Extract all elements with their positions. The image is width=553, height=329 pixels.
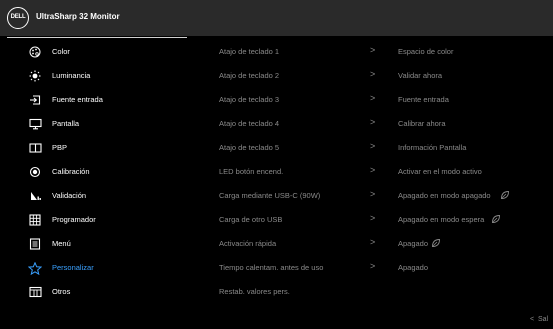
submenu-row-shortcut-5[interactable]: Atajo de teclado 5 > Información Pantall… — [219, 138, 553, 158]
chevron-right-icon: > — [370, 189, 376, 199]
setting-value: Espacio de color — [398, 47, 454, 56]
osd-menu: DELL UltraSharp 32 Monitor Color Luminan… — [0, 0, 553, 329]
menu-item-pantalla[interactable]: Pantalla — [0, 114, 200, 134]
menu-item-label: Programador — [52, 215, 96, 224]
leaf-icon — [491, 214, 501, 224]
chevron-right-icon: > — [370, 141, 376, 151]
chevron-right-icon: > — [370, 261, 376, 271]
setting-value: Fuente entrada — [398, 95, 449, 104]
menu-item-label: Validación — [52, 191, 87, 200]
setting-name: LED botón encend. — [219, 167, 284, 176]
setting-name: Atajo de teclado 3 — [219, 95, 280, 104]
setting-name: Carga mediante USB-C (90W) — [219, 191, 321, 200]
setting-value: Validar ahora — [398, 71, 443, 80]
menu-item-fuente-entrada[interactable]: Fuente entrada — [0, 90, 200, 110]
submenu-row-reset-personalization[interactable]: Restab. valores pers. — [219, 282, 553, 302]
calibration-icon — [28, 165, 42, 179]
chevron-right-icon: > — [370, 93, 376, 103]
monitor-title: UltraSharp 32 Monitor — [36, 12, 120, 21]
brightness-icon — [28, 69, 42, 83]
setting-name: Atajo de teclado 1 — [219, 47, 280, 56]
setting-name: Carga de otro USB — [219, 215, 283, 224]
dell-logo: DELL — [7, 7, 29, 29]
submenu-row-shortcut-4[interactable]: Atajo de teclado 4 > Calibrar ahora — [219, 114, 553, 134]
menu-item-label: Pantalla — [52, 119, 80, 128]
setting-name: Restab. valores pers. — [219, 287, 290, 296]
exit-button[interactable]: < Sal — [530, 316, 548, 323]
title-bar: DELL UltraSharp 32 Monitor — [0, 0, 553, 36]
menu-item-otros[interactable]: Otros — [0, 282, 200, 302]
star-icon — [28, 261, 42, 275]
setting-value: Apagado — [398, 263, 429, 272]
leaf-icon — [431, 238, 441, 248]
menu-item-label: Fuente entrada — [52, 95, 103, 104]
setting-value: Apagado en modo apagado — [398, 191, 491, 200]
chevron-right-icon: > — [370, 165, 376, 175]
menu-item-label: Luminancia — [52, 71, 91, 80]
chevron-right-icon: > — [370, 69, 376, 79]
submenu-row-shortcut-2[interactable]: Atajo de teclado 2 > Validar ahora — [219, 66, 553, 86]
menu-item-luminancia[interactable]: Luminancia — [0, 66, 200, 86]
menu-item-personalizar[interactable]: Personalizar — [0, 258, 200, 278]
pbp-icon — [28, 141, 42, 155]
setting-value: Apagado — [398, 239, 429, 248]
menu-item-label: Calibración — [52, 167, 90, 176]
submenu-row-other-usb-charging[interactable]: Carga de otro USB > Apagado en modo espe… — [219, 210, 553, 230]
input-source-icon — [28, 93, 42, 107]
submenu-row-power-led[interactable]: LED botón encend. > Activar en el modo a… — [219, 162, 553, 182]
menu-item-programador[interactable]: Programador — [0, 210, 200, 230]
submenu-row-warmup-time[interactable]: Tiempo calentam. antes de uso > Apagado — [219, 258, 553, 278]
scheduler-icon — [28, 213, 42, 227]
submenu-row-shortcut-1[interactable]: Atajo de teclado 1 > Espacio de color — [219, 42, 553, 62]
menu-item-label: Menú — [52, 239, 71, 248]
setting-name: Activación rápida — [219, 239, 277, 248]
menu-item-label: Color — [52, 47, 70, 56]
setting-value: Calibrar ahora — [398, 119, 446, 128]
others-icon — [28, 285, 42, 299]
menu-item-label: Otros — [52, 287, 71, 296]
chevron-right-icon: > — [370, 45, 376, 55]
setting-name: Tiempo calentam. antes de uso — [219, 263, 324, 272]
display-icon — [28, 117, 42, 131]
submenu-row-fast-wakeup[interactable]: Activación rápida > Apagado — [219, 234, 553, 254]
chevron-left-icon: < — [530, 316, 535, 323]
menu-item-label: PBP — [52, 143, 68, 152]
menu-item-label: Personalizar — [52, 263, 94, 272]
menu-item-validacion[interactable]: Validación — [0, 186, 200, 206]
submenu-row-usbc-charging[interactable]: Carga mediante USB-C (90W) > Apagado en … — [219, 186, 553, 206]
chevron-right-icon: > — [370, 237, 376, 247]
submenu-row-shortcut-3[interactable]: Atajo de teclado 3 > Fuente entrada — [219, 90, 553, 110]
chevron-right-icon: > — [370, 213, 376, 223]
setting-name: Atajo de teclado 4 — [219, 119, 280, 128]
setting-value: Apagado en modo espera — [398, 215, 485, 224]
validation-icon — [28, 189, 42, 203]
menu-item-color[interactable]: Color — [0, 42, 200, 62]
leaf-icon — [500, 190, 510, 200]
menu-item-menu[interactable]: Menú — [0, 234, 200, 254]
menu-item-calibracion[interactable]: Calibración — [0, 162, 200, 182]
setting-name: Atajo de teclado 5 — [219, 143, 280, 152]
title-divider — [7, 37, 187, 38]
menu-item-pbp[interactable]: PBP — [0, 138, 200, 158]
exit-label: Sal — [537, 316, 549, 323]
chevron-right-icon: > — [370, 117, 376, 127]
setting-value: Activar en el modo activo — [398, 167, 482, 176]
setting-name: Atajo de teclado 2 — [219, 71, 280, 80]
palette-icon — [28, 45, 42, 59]
menu-icon — [28, 237, 42, 251]
setting-value: Información Pantalla — [398, 143, 467, 152]
